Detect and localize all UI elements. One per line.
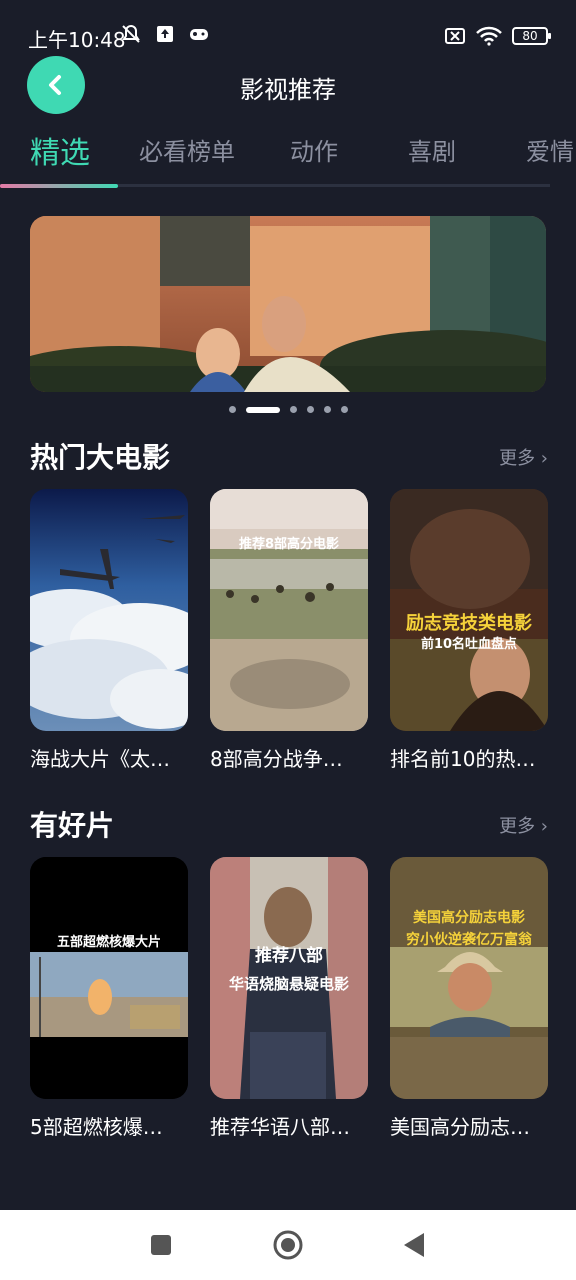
movie-card-title: 排名前10的热…	[390, 747, 536, 771]
upload-icon	[157, 26, 173, 42]
movie-thumbnail: 推荐8部高分电影	[210, 489, 368, 731]
tab-action[interactable]: 动作	[290, 132, 338, 167]
movie-card[interactable]: 推荐8部高分电影 8部高分战争…	[210, 489, 368, 772]
thumbnail-overlay-text: 五部超燃核爆大片	[56, 935, 161, 950]
more-link-good-films[interactable]: 更多 ›	[499, 812, 548, 838]
carousel-dot[interactable]	[289, 406, 297, 413]
movie-card[interactable]: 美国高分励志电影 穷小伙逆袭亿万富翁 美国高分励志…	[390, 857, 548, 1140]
movie-card[interactable]: 海战大片《太…	[30, 489, 188, 772]
gamepad-icon	[190, 29, 208, 40]
movie-card[interactable]: 励志竞技类电影 前10名吐血盘点 排名前10的热…	[390, 489, 548, 772]
tab-must-watch[interactable]: 必看榜单	[139, 132, 235, 167]
thumbnail-overlay-subtext: 华语烧脑悬疑电影	[228, 975, 349, 993]
movie-thumbnail: 励志竞技类电影 前10名吐血盘点	[390, 489, 548, 731]
movie-card-title: 海战大片《太…	[30, 747, 170, 771]
carousel-dot[interactable]	[228, 406, 236, 413]
tab-indicator	[0, 184, 118, 188]
thumbnail-overlay-text: 推荐8部高分电影	[238, 537, 340, 552]
thumbnail-overlay-text: 励志竞技类电影	[406, 613, 532, 634]
header: 影视推荐	[0, 56, 576, 116]
movie-card-title: 5部超燃核爆…	[30, 1115, 163, 1139]
section-title-hot-movies: 热门大电影	[30, 441, 171, 474]
battery-indicator: 80	[512, 27, 551, 45]
banner-carousel[interactable]	[30, 216, 546, 392]
tab-featured[interactable]: 精选	[30, 128, 90, 172]
movie-thumbnail: 五部超燃核爆大片	[30, 857, 188, 1099]
thumbnail-overlay-text: 推荐八部	[255, 946, 323, 966]
movie-thumbnail	[30, 489, 188, 731]
thumbnail-overlay-text: 美国高分励志电影	[413, 910, 525, 926]
home-button[interactable]	[272, 1229, 304, 1261]
movie-card-title: 8部高分战争…	[210, 747, 343, 771]
movie-thumbnail: 推荐八部 华语烧脑悬疑电影	[210, 857, 368, 1099]
no-sim-icon	[445, 28, 465, 44]
carousel-dot[interactable]	[340, 406, 348, 413]
mute-bell-icon	[122, 24, 140, 43]
recents-button[interactable]	[150, 1234, 172, 1256]
category-tabs: 精选 必看榜单 动作 喜剧 爱情	[0, 128, 576, 188]
tab-romance[interactable]: 爱情	[526, 132, 574, 167]
movie-card[interactable]: 推荐八部 华语烧脑悬疑电影 推荐华语八部…	[210, 857, 368, 1140]
carousel-dot[interactable]	[306, 406, 314, 413]
carousel-dot-active[interactable]	[245, 406, 280, 413]
thumbnail-overlay-subtext: 前10名吐血盘点	[420, 637, 518, 652]
section-title-good-films: 有好片	[30, 809, 115, 842]
carousel-dots	[0, 406, 576, 413]
more-link-hot-movies[interactable]: 更多 ›	[499, 444, 548, 470]
tab-comedy[interactable]: 喜剧	[408, 132, 456, 167]
wifi-icon	[476, 26, 502, 46]
movie-thumbnail: 美国高分励志电影 穷小伙逆袭亿万富翁	[390, 857, 548, 1099]
thumbnail-overlay-subtext: 穷小伙逆袭亿万富翁	[406, 932, 532, 948]
status-time: 上午10:48	[28, 28, 126, 52]
movie-card[interactable]: 五部超燃核爆大片 5部超燃核爆…	[30, 857, 188, 1140]
movie-card-title: 推荐华语八部…	[210, 1115, 350, 1139]
page-title: 影视推荐	[240, 76, 336, 104]
banner-image	[30, 216, 546, 392]
carousel-dot[interactable]	[323, 406, 331, 413]
back-nav-button[interactable]	[402, 1232, 426, 1258]
system-nav-bar	[0, 1210, 576, 1280]
movie-card-title: 美国高分励志…	[390, 1115, 530, 1139]
